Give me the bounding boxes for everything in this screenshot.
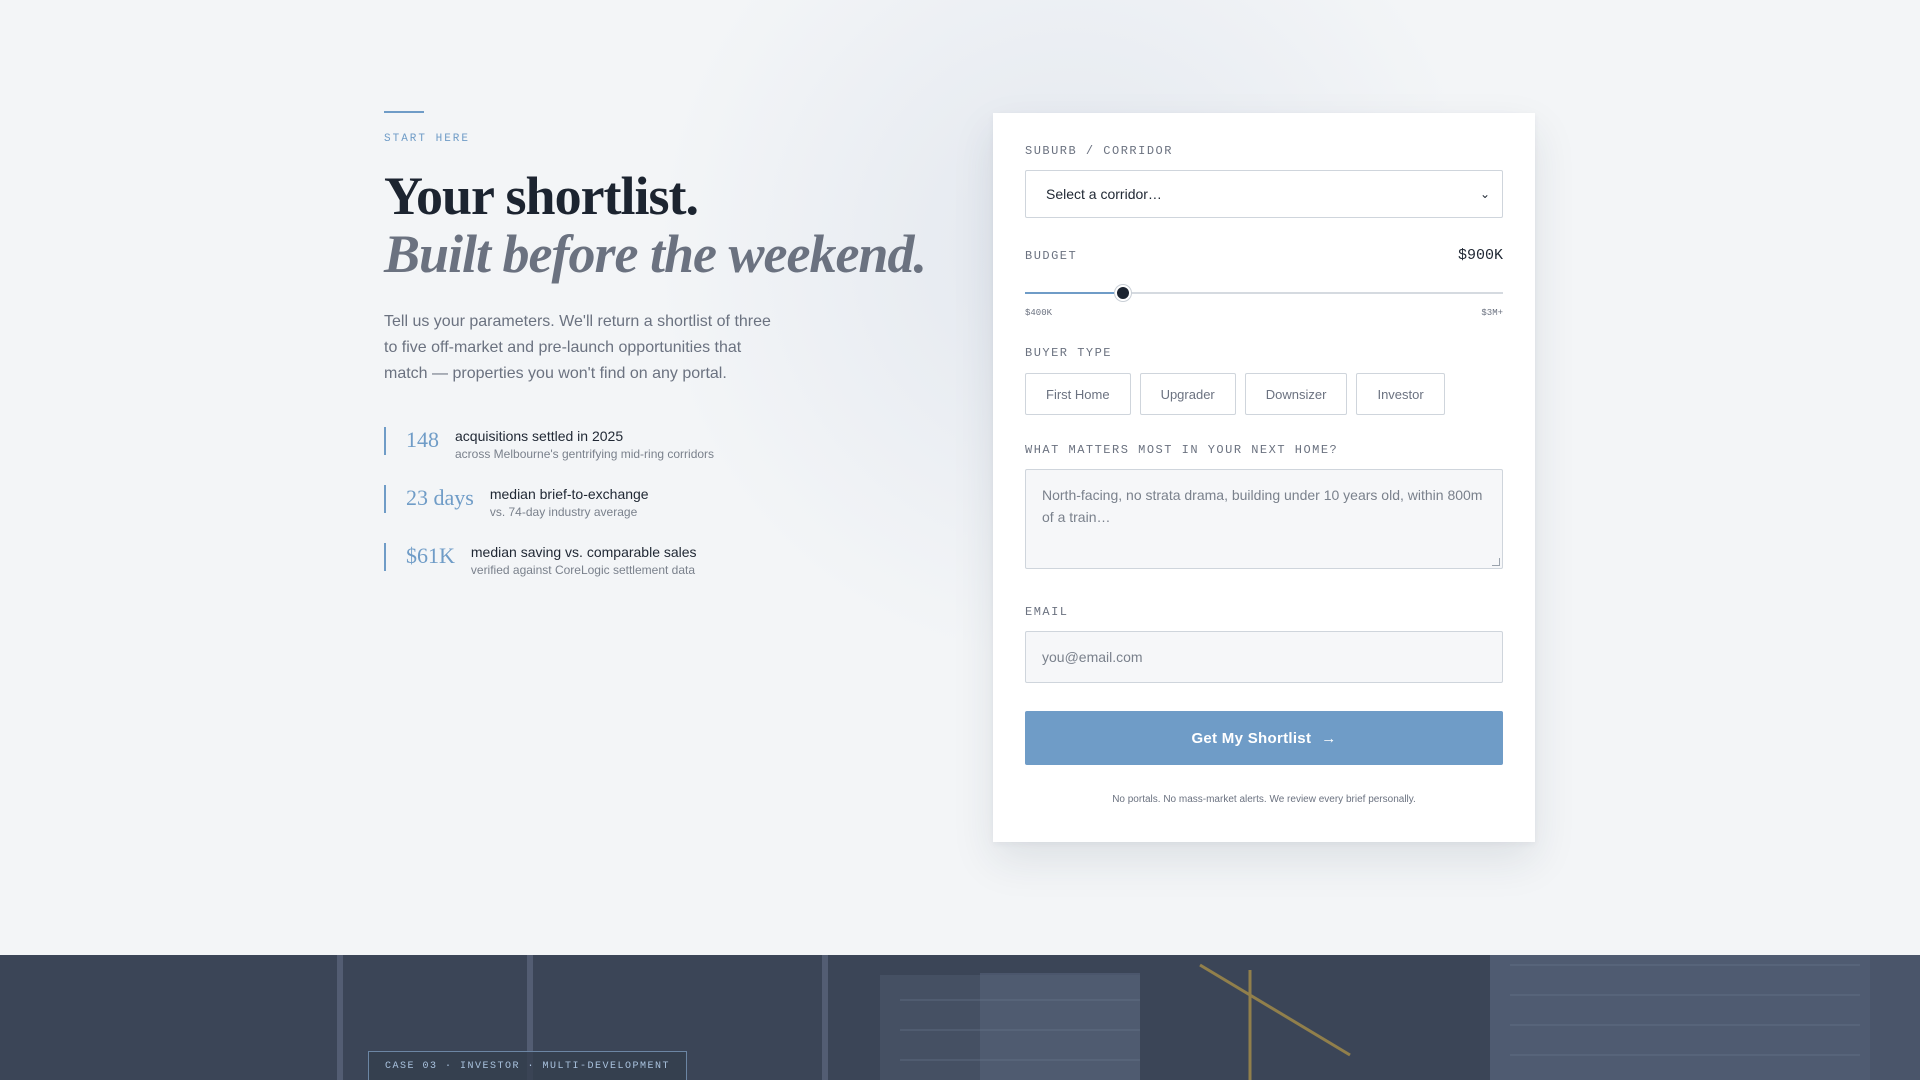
suburb-label: SUBURB / CORRIDOR: [1025, 144, 1173, 158]
stat-item: 23 days median brief-to-exchange vs. 74-…: [384, 485, 944, 519]
slider-fill: [1025, 292, 1123, 294]
accent-divider: [384, 111, 424, 113]
email-label: EMAIL: [1025, 605, 1069, 619]
buyer-type-investor[interactable]: Investor: [1356, 373, 1445, 415]
intro-paragraph: Tell us your parameters. We'll return a …: [384, 313, 771, 382]
stat-item: 148 acquisitions settled in 2025 across …: [384, 427, 944, 461]
stat-subtitle: verified against CoreLogic settlement da…: [470, 563, 696, 577]
slider-thumb[interactable]: [1114, 285, 1131, 301]
shortlist-form: SUBURB / CORRIDOR Select a corridor… ⌄ B…: [993, 113, 1535, 842]
submit-label: Get My Shortlist: [1191, 729, 1312, 747]
privacy-note: No portals. No mass-market alerts. We re…: [1112, 794, 1416, 805]
priorities-placeholder: North-facing, no strata drama, building …: [1042, 487, 1483, 525]
stat-value: $61K: [406, 543, 455, 568]
stat-title: median brief-to-exchange: [489, 486, 649, 502]
stat-title: acquisitions settled in 2025: [455, 428, 624, 444]
buyer-type-label: BUYER TYPE: [1025, 346, 1113, 360]
budget-label: BUDGET: [1025, 248, 1078, 263]
budget-max-label: $3M+: [1481, 308, 1503, 318]
stats-list: 148 acquisitions settled in 2025 across …: [384, 427, 944, 577]
headline-secondary: Built before the weekend.: [384, 224, 927, 284]
budget-min-label: $400K: [1025, 308, 1053, 318]
construction-skyline-image: [0, 955, 1920, 1080]
stat-item: $61K median saving vs. comparable sales …: [384, 543, 944, 577]
priorities-label: WHAT MATTERS MOST IN YOUR NEXT HOME?: [1025, 443, 1339, 457]
email-placeholder: you@email.com: [1042, 649, 1143, 665]
stat-subtitle: across Melbourne's gentrifying mid-ring …: [455, 447, 715, 461]
buyer-type-downsizer[interactable]: Downsizer: [1244, 373, 1348, 415]
priorities-textarea[interactable]: North-facing, no strata drama, building …: [1025, 469, 1503, 569]
buyer-type-options: First Home Upgrader Downsizer Investor: [1025, 373, 1503, 415]
resize-handle-icon[interactable]: [1492, 558, 1500, 566]
headline-primary: Your shortlist.: [384, 166, 699, 226]
buyer-type-first-home[interactable]: First Home: [1025, 373, 1131, 415]
eyebrow-label: START HERE: [384, 133, 471, 145]
case-study-banner: CASE 03 · INVESTOR · MULTI-DEVELOPMENT: [0, 955, 1920, 1080]
stat-value: 23 days: [406, 485, 474, 510]
case-study-tag: CASE 03 · INVESTOR · MULTI-DEVELOPMENT: [368, 1051, 688, 1080]
chevron-down-icon: ⌄: [1479, 187, 1490, 201]
stat-value: 148: [406, 427, 439, 452]
corridor-select[interactable]: Select a corridor… ⌄: [1025, 170, 1503, 218]
buyer-type-upgrader[interactable]: Upgrader: [1139, 373, 1236, 415]
stat-subtitle: vs. 74-day industry average: [489, 505, 638, 519]
budget-range-labels: $400K $3M+: [1025, 308, 1503, 318]
get-shortlist-button[interactable]: Get My Shortlist →: [1025, 711, 1503, 765]
email-field[interactable]: you@email.com: [1025, 631, 1503, 683]
budget-value: $900K: [1457, 247, 1503, 264]
stat-title: median saving vs. comparable sales: [470, 544, 697, 560]
budget-header: BUDGET $900K: [1025, 247, 1503, 264]
intro-section: START HERE Your shortlist. Built before …: [384, 111, 944, 601]
arrow-right-icon: →: [1321, 729, 1337, 747]
corridor-select-value: Select a corridor…: [1046, 186, 1162, 202]
budget-slider[interactable]: [1025, 284, 1503, 302]
